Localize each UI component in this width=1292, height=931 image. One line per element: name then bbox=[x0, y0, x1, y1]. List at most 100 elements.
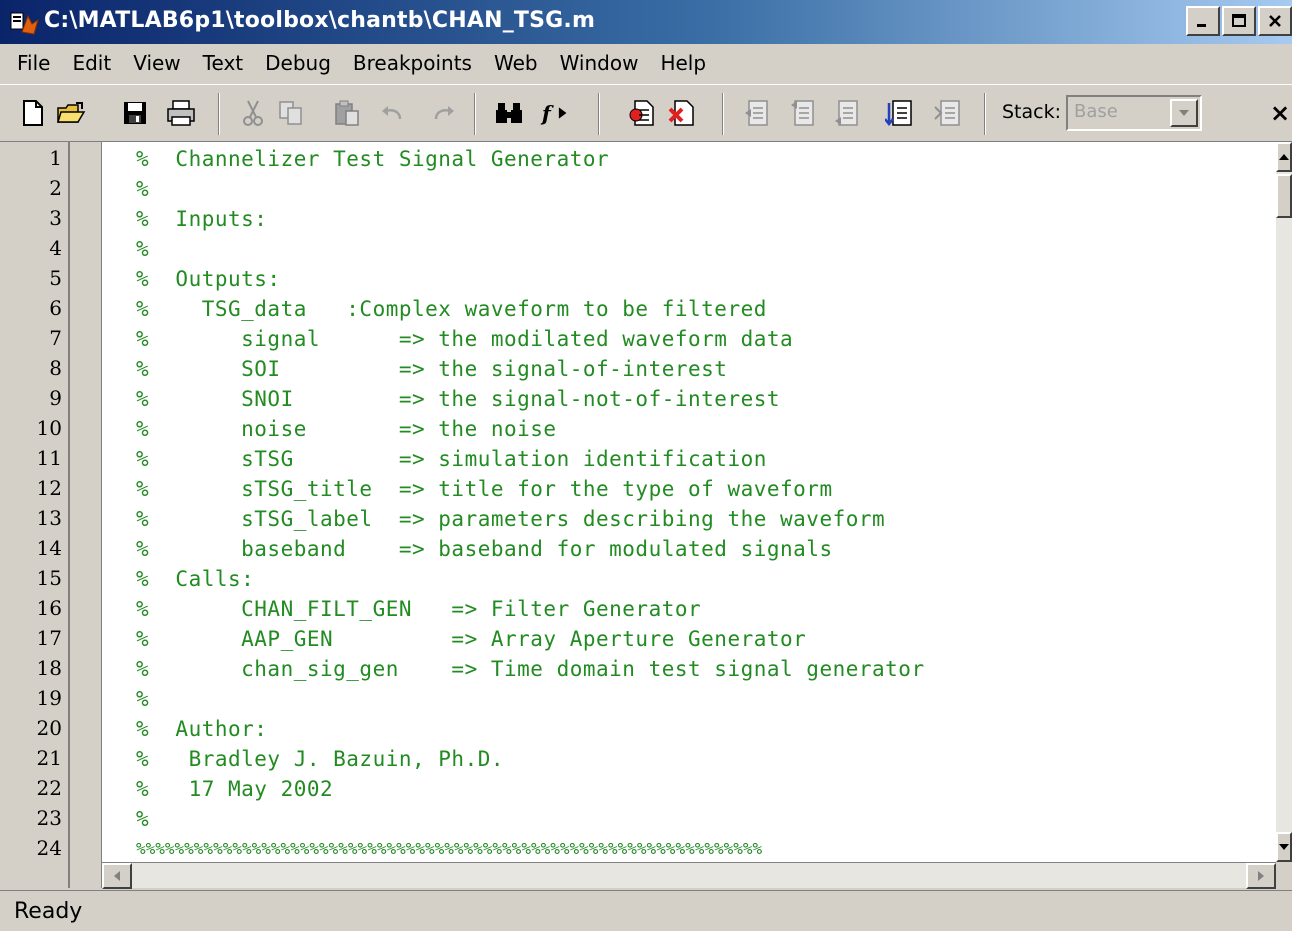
toolbar: f Stack: Base × bbox=[0, 84, 1292, 142]
line-number-gutter: 1 2 3 4 5 6 7 8 9 10 11 12 13 14 15 16 1… bbox=[0, 142, 70, 888]
scroll-down-button[interactable] bbox=[1276, 832, 1292, 862]
close-document-button[interactable]: × bbox=[1270, 99, 1290, 127]
print-button[interactable] bbox=[164, 95, 198, 131]
step-in-button[interactable] bbox=[786, 95, 820, 131]
line-number: 2 bbox=[49, 176, 62, 200]
menu-bar: File Edit View Text Debug Breakpoints We… bbox=[0, 44, 1292, 82]
scroll-right-button[interactable] bbox=[1246, 863, 1276, 889]
line-number: 24 bbox=[36, 836, 62, 860]
vertical-scrollbar[interactable] bbox=[1276, 142, 1292, 862]
code-line: % SNOI => the signal-not-of-interest bbox=[136, 387, 781, 411]
new-file-icon bbox=[23, 100, 43, 126]
exit-debug-button[interactable] bbox=[930, 95, 964, 131]
close-icon bbox=[1269, 15, 1281, 27]
paste-icon bbox=[335, 100, 359, 126]
stack-dropdown-arrow[interactable] bbox=[1170, 99, 1198, 127]
close-window-button[interactable] bbox=[1258, 6, 1292, 36]
code-line: % Author: bbox=[136, 717, 268, 741]
menu-debug[interactable]: Debug bbox=[254, 51, 342, 75]
menu-file[interactable]: File bbox=[6, 51, 61, 75]
code-line: % sTSG_title => title for the type of wa… bbox=[136, 477, 833, 501]
undo-button[interactable] bbox=[376, 95, 410, 131]
line-number: 23 bbox=[36, 806, 62, 830]
continue-button[interactable] bbox=[882, 95, 916, 131]
line-number: 18 bbox=[36, 656, 62, 680]
code-line: % Inputs: bbox=[136, 207, 268, 231]
cut-icon bbox=[243, 100, 263, 126]
copy-icon bbox=[279, 101, 302, 125]
code-line: % 17 May 2002 bbox=[136, 777, 334, 801]
toolbar-separator bbox=[722, 93, 724, 135]
exit-debug-icon bbox=[934, 100, 960, 126]
scroll-left-button[interactable] bbox=[102, 863, 132, 889]
breakpoint-margin[interactable] bbox=[70, 142, 102, 888]
line-number: 12 bbox=[36, 476, 62, 500]
menu-text[interactable]: Text bbox=[192, 51, 254, 75]
set-breakpoint-button[interactable] bbox=[624, 95, 658, 131]
new-file-button[interactable] bbox=[16, 95, 50, 131]
line-number: 1 bbox=[49, 146, 62, 170]
code-line: % signal => the modilated waveform data bbox=[136, 327, 794, 351]
code-line: % Outputs: bbox=[136, 267, 281, 291]
arrow-down-icon bbox=[1279, 844, 1289, 850]
menu-help[interactable]: Help bbox=[649, 51, 717, 75]
stack-label: Stack: bbox=[1002, 101, 1062, 123]
maximize-button[interactable] bbox=[1222, 6, 1256, 36]
menu-view[interactable]: View bbox=[122, 51, 191, 75]
find-icon bbox=[496, 103, 522, 123]
line-number: 3 bbox=[49, 206, 62, 230]
code-line: % SOI => the signal-of-interest bbox=[136, 357, 728, 381]
line-number: 6 bbox=[49, 296, 62, 320]
clear-breakpoints-button[interactable] bbox=[664, 95, 698, 131]
step-in-icon bbox=[791, 100, 814, 126]
menu-breakpoints[interactable]: Breakpoints bbox=[342, 51, 483, 75]
code-line: % sTSG_label => parameters describing th… bbox=[136, 507, 886, 531]
window-title: C:\MATLAB6p1\toolbox\chantb\CHAN_TSG.m bbox=[44, 8, 596, 33]
arrow-right-icon bbox=[1258, 871, 1264, 881]
paste-button[interactable] bbox=[330, 95, 364, 131]
open-button[interactable] bbox=[54, 95, 88, 131]
line-number: 4 bbox=[49, 236, 62, 260]
undo-icon bbox=[382, 106, 402, 120]
step-out-button[interactable] bbox=[830, 95, 864, 131]
menu-window[interactable]: Window bbox=[549, 51, 650, 75]
code-line: % Calls: bbox=[136, 567, 255, 591]
line-number: 9 bbox=[49, 386, 62, 410]
horizontal-scrollbar[interactable] bbox=[102, 862, 1276, 889]
code-area[interactable]: % Channelizer Test Signal Generator % % … bbox=[102, 142, 1276, 862]
line-number: 21 bbox=[36, 746, 62, 770]
arrow-up-icon bbox=[1279, 154, 1289, 160]
scroll-up-button[interactable] bbox=[1276, 142, 1292, 172]
redo-button[interactable] bbox=[426, 95, 460, 131]
code-line: % baseband => baseband for modulated sig… bbox=[136, 537, 833, 561]
menu-edit[interactable]: Edit bbox=[61, 51, 122, 75]
line-number: 19 bbox=[36, 686, 62, 710]
menu-web[interactable]: Web bbox=[483, 51, 549, 75]
find-button[interactable] bbox=[492, 95, 526, 131]
function-icon: f bbox=[540, 101, 567, 126]
line-number: 14 bbox=[36, 536, 62, 560]
step-out-icon bbox=[835, 100, 858, 126]
cut-button[interactable] bbox=[236, 95, 270, 131]
line-number: 15 bbox=[36, 566, 62, 590]
maximize-icon bbox=[1232, 14, 1246, 27]
status-text: Ready bbox=[14, 899, 83, 924]
vertical-scroll-thumb[interactable] bbox=[1276, 174, 1292, 218]
step-button[interactable] bbox=[740, 95, 774, 131]
code-line: % bbox=[136, 807, 150, 831]
svg-text:f: f bbox=[540, 101, 554, 126]
minimize-button[interactable] bbox=[1186, 6, 1220, 36]
window-controls bbox=[1186, 6, 1292, 38]
line-number: 17 bbox=[36, 626, 62, 650]
function-button[interactable]: f bbox=[540, 95, 574, 131]
save-button[interactable] bbox=[118, 95, 152, 131]
copy-button[interactable] bbox=[274, 95, 308, 131]
stack-dropdown[interactable]: Base bbox=[1066, 95, 1202, 131]
open-folder-icon bbox=[56, 102, 86, 123]
code-line: % noise => the noise bbox=[136, 417, 557, 441]
code-line: % AAP_GEN => Array Aperture Generator bbox=[136, 627, 807, 651]
toolbar-separator bbox=[218, 93, 220, 135]
step-icon bbox=[745, 100, 768, 126]
line-number: 16 bbox=[36, 596, 62, 620]
save-icon bbox=[124, 102, 146, 124]
